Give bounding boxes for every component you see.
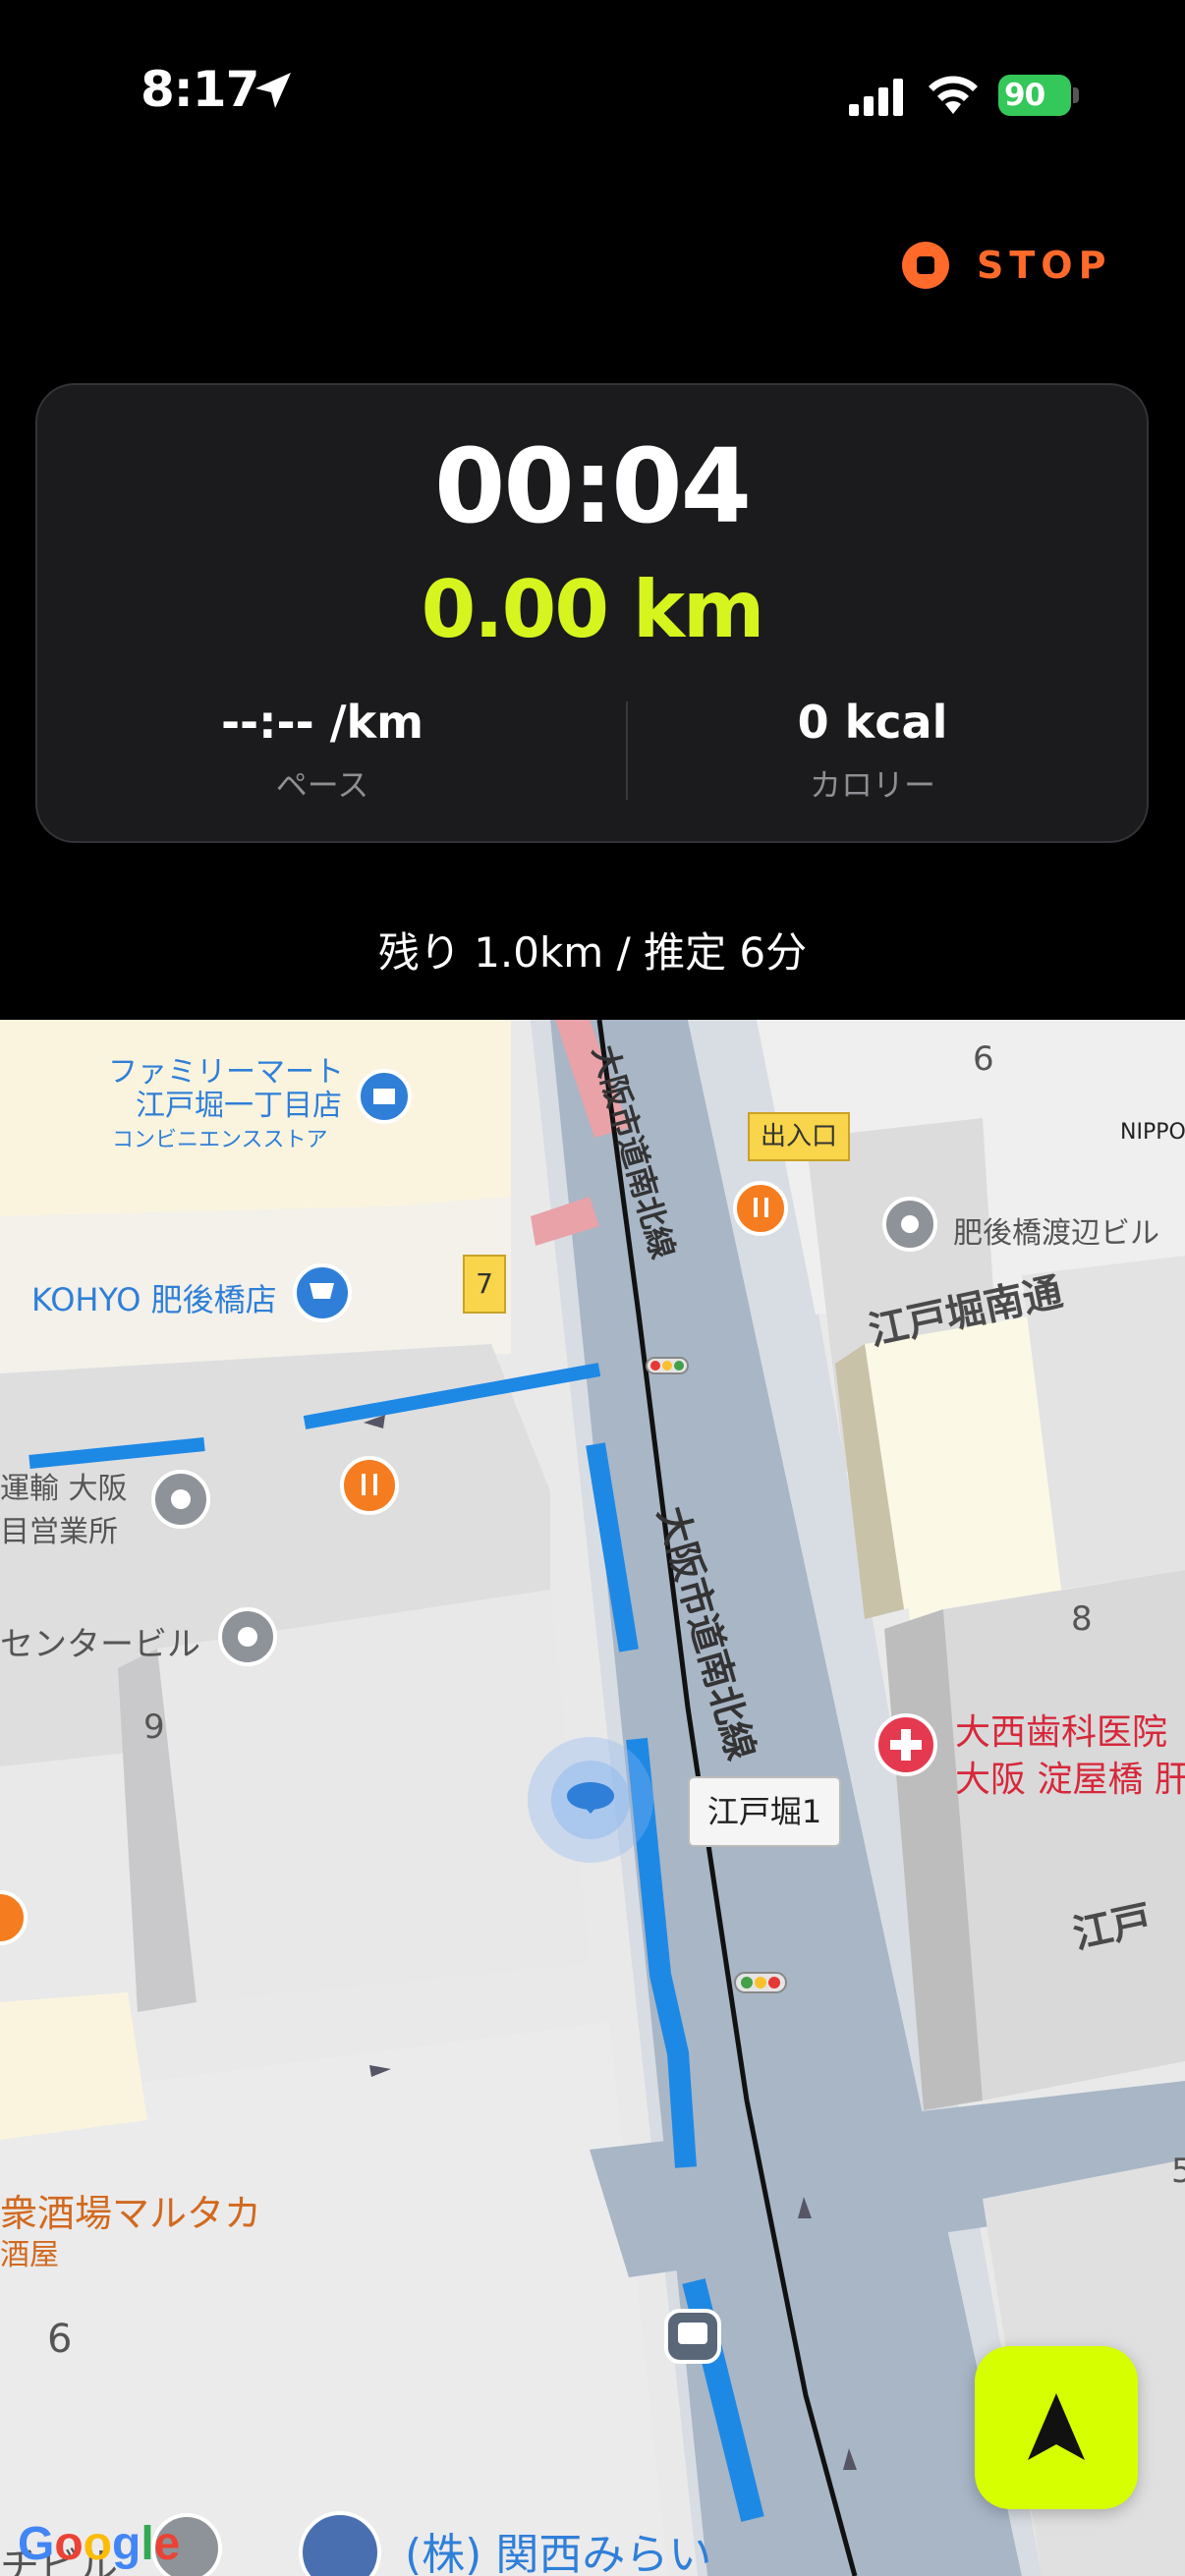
- stop-icon: [902, 242, 949, 289]
- signal-icon: [849, 79, 903, 116]
- distance: 0.00 km: [421, 564, 765, 655]
- block-number-6-bottom: 6: [47, 2317, 73, 2362]
- calories-value: 0 kcal: [797, 696, 948, 749]
- dental-clinic-label: 大西歯科医院: [955, 1712, 1168, 1753]
- station-entrance-label: 出入口: [748, 1112, 850, 1161]
- izakaya-label: 衆酒場マルタカ: [0, 2192, 262, 2235]
- calories-stat: 0 kcal カロリー: [617, 696, 1128, 806]
- pace-value: --:-- /km: [220, 696, 424, 749]
- map-view[interactable]: ファミリーマート 江戸堀一丁目店 コンビニエンスストア KOHYO 肥後橋店 運…: [0, 1020, 1185, 2576]
- location-arrow-icon: [255, 73, 291, 108]
- kansai-mirai-label: (株) 関西みらい: [405, 2530, 712, 2576]
- dental-clinic-branch-label: 大阪 淀屋橋 肝: [955, 1760, 1185, 1800]
- battery-icon: 90: [998, 75, 1079, 116]
- stop-label: STOP: [977, 244, 1112, 287]
- wifi-icon: [929, 76, 978, 114]
- navigation-arrow-icon: [1028, 2393, 1085, 2460]
- status-bar: 8:17 90: [0, 0, 1185, 187]
- familymart-branch-label: 江戸堀一丁目店: [136, 1089, 342, 1123]
- google-logo: Google: [18, 2518, 181, 2570]
- higobashi-watanabe-label: 肥後橋渡辺ビル: [953, 1216, 1159, 1251]
- block-number-6-top: 6: [973, 1039, 994, 1079]
- nippon-label: NIPPO: [1120, 1120, 1185, 1145]
- izakaya-category-label: 酒屋: [0, 2238, 59, 2272]
- status-time: 8:17: [141, 61, 259, 118]
- pace-label: ペース: [275, 766, 369, 804]
- unyu-label: 運輸 大阪: [0, 1472, 128, 1506]
- stop-button[interactable]: STOP: [902, 236, 1118, 295]
- center-building-label: センタービル: [0, 1625, 200, 1664]
- intersection-label: 江戸堀1: [688, 1776, 841, 1847]
- recenter-navigation-button[interactable]: [975, 2346, 1138, 2509]
- elapsed-time: 00:04: [433, 426, 752, 546]
- calories-label: カロリー: [809, 766, 935, 804]
- battery-percent: 90: [998, 75, 1071, 116]
- block-number-9: 9: [143, 1708, 165, 1747]
- remaining-distance-text: 残り 1.0km / 推定 6分: [377, 928, 808, 977]
- block-number-5: 5: [1171, 2152, 1185, 2191]
- unyu-branch-label: 目営業所: [0, 1515, 118, 1549]
- pace-stat: --:-- /km ペース: [67, 696, 578, 806]
- familymart-category-label: コンビニエンスストア: [112, 1128, 328, 1152]
- station-exit-label: 7: [463, 1255, 506, 1314]
- block-number-8: 8: [1071, 1599, 1093, 1639]
- workout-stats-card: 00:04 0.00 km --:-- /km ペース 0 kcal カロリー: [35, 383, 1149, 843]
- kohyo-label: KOHYO 肥後橋店: [31, 1281, 277, 1318]
